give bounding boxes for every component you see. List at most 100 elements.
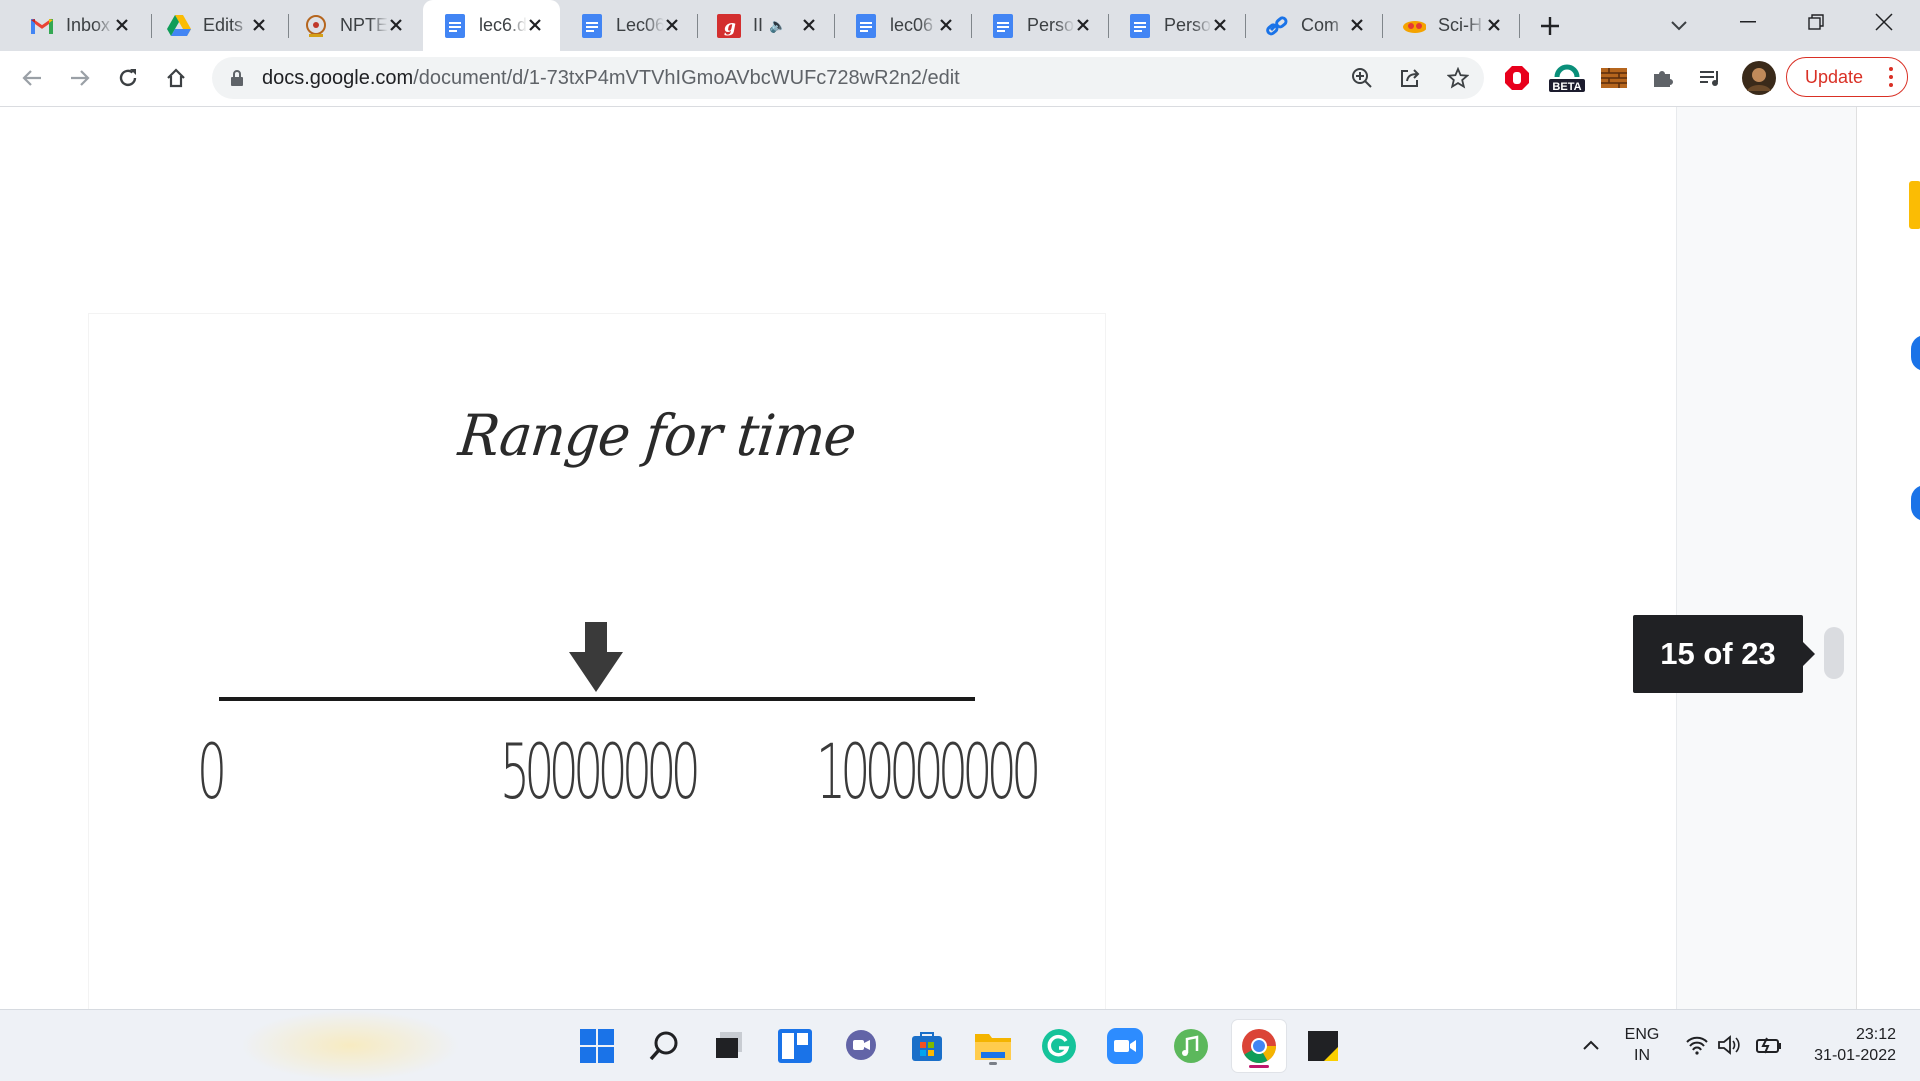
close-icon[interactable] — [661, 14, 683, 36]
search-icon[interactable] — [641, 1023, 687, 1069]
g-red-icon: g — [717, 13, 741, 38]
side-panel-keep-icon[interactable] — [1909, 181, 1920, 229]
tab-edits[interactable]: Edits — [147, 0, 284, 51]
minimize-button[interactable] — [1714, 0, 1782, 44]
update-label: Update — [1805, 66, 1864, 87]
grammarly-icon[interactable] — [1036, 1023, 1082, 1069]
bookmark-star-icon[interactable] — [1446, 66, 1470, 90]
url-text[interactable]: docs.google.com/document/d/1-73txP4mVTVh… — [262, 67, 960, 90]
back-button[interactable] — [14, 60, 50, 96]
chrome-icon[interactable] — [1232, 1020, 1286, 1072]
embedded-image[interactable]: Range for time 0 50000000 100000000 — [88, 313, 1106, 1009]
restore-button[interactable] — [1782, 0, 1850, 44]
right-margin — [1676, 107, 1857, 1009]
adblock-extension-icon[interactable] — [1502, 63, 1532, 93]
side-panel-contacts-icon[interactable] — [1911, 485, 1920, 521]
volume-icon[interactable] — [1716, 1032, 1742, 1058]
tab-title: Perso — [1164, 15, 1212, 35]
document-view[interactable]: Range for time 0 50000000 100000000 15 o… — [0, 107, 1920, 1009]
close-icon[interactable] — [1209, 14, 1231, 36]
browser-toolbar: docs.google.com/document/d/1-73txP4mVTVh… — [0, 51, 1920, 107]
language-code: ENG — [1624, 1026, 1660, 1043]
beta-extension-icon[interactable]: BETA — [1549, 63, 1585, 93]
gmail-icon — [30, 14, 54, 38]
tab-com[interactable]: Com — [1245, 0, 1382, 51]
google-drive-icon — [167, 14, 191, 38]
teams-chat-icon[interactable] — [838, 1023, 884, 1069]
wifi-icon[interactable] — [1684, 1032, 1710, 1058]
zoom-icon[interactable] — [1350, 66, 1374, 90]
share-icon[interactable] — [1398, 66, 1422, 90]
brick-extension-icon[interactable] — [1599, 63, 1629, 93]
google-docs-icon — [1128, 13, 1152, 38]
music-app-icon[interactable] — [1168, 1023, 1214, 1069]
file-explorer-icon[interactable] — [970, 1023, 1016, 1069]
url-host: docs.google.com — [262, 67, 414, 89]
tick-label-50000000: 50000000 — [500, 727, 701, 816]
forward-button[interactable] — [62, 60, 98, 96]
google-docs-icon — [580, 13, 604, 38]
avatar[interactable] — [1742, 61, 1776, 95]
home-button[interactable] — [158, 60, 194, 96]
taskbar-widget-glow — [240, 1010, 460, 1081]
url-path: /document/d/1-73txP4mVTVhIGmoAVbcWUFc728… — [413, 67, 960, 89]
address-bar[interactable]: docs.google.com/document/d/1-73txP4mVTVh… — [212, 57, 1484, 99]
more-vertical-icon[interactable] — [1889, 66, 1893, 93]
widgets-icon[interactable] — [772, 1023, 818, 1069]
close-icon[interactable] — [935, 14, 957, 36]
show-hidden-icons-chevron-icon[interactable] — [1578, 1032, 1604, 1058]
tab-muted-g[interactable]: g II 🔈 — [697, 0, 834, 51]
tab-title: lec06 — [890, 15, 934, 35]
google-docs-icon — [991, 13, 1015, 38]
sci-hub-icon — [1402, 14, 1426, 38]
image-title: Range for time — [455, 402, 859, 469]
close-icon[interactable] — [248, 14, 270, 36]
tab-title: Edits — [203, 15, 244, 35]
tab-nptel[interactable]: NPTEL — [284, 0, 421, 51]
down-arrow-icon — [569, 622, 623, 692]
close-icon[interactable] — [798, 14, 820, 36]
tab-inbox[interactable]: Inbox — [10, 0, 147, 51]
close-icon[interactable] — [111, 14, 133, 36]
close-icon[interactable] — [524, 14, 546, 36]
tick-label-0: 0 — [197, 727, 227, 816]
tab-perso-1[interactable]: Perso — [971, 0, 1108, 51]
tab-lec06[interactable]: Lec06 — [560, 0, 697, 51]
tab-title: NPTEL — [340, 15, 388, 35]
tab-lec06-b[interactable]: lec06 — [834, 0, 971, 51]
google-docs-icon — [443, 13, 467, 38]
media-control-icon[interactable] — [1695, 63, 1725, 93]
tab-title: Perso — [1027, 15, 1075, 35]
close-window-button[interactable] — [1850, 0, 1918, 44]
update-button[interactable]: Update — [1786, 57, 1908, 97]
tab-search-chevron-icon[interactable] — [1665, 12, 1693, 40]
time: 23:12 — [1855, 1026, 1896, 1043]
tab-title: II — [753, 15, 764, 35]
close-icon[interactable] — [1072, 14, 1094, 36]
sticky-notes-icon[interactable] — [1300, 1023, 1346, 1069]
lock-icon[interactable] — [230, 69, 244, 92]
side-panel — [1856, 107, 1920, 1009]
clock[interactable]: 23:12 31-01-2022 — [1796, 1024, 1896, 1066]
extensions-puzzle-icon[interactable] — [1647, 63, 1677, 93]
microsoft-store-icon[interactable] — [904, 1023, 950, 1069]
side-panel-tasks-icon[interactable] — [1911, 335, 1920, 371]
task-view-icon[interactable] — [706, 1023, 752, 1069]
region-code: IN — [1634, 1047, 1650, 1064]
close-icon[interactable] — [1346, 14, 1368, 36]
battery-icon[interactable] — [1756, 1032, 1782, 1058]
date: 31-01-2022 — [1814, 1047, 1896, 1064]
new-tab-button[interactable] — [1536, 12, 1564, 40]
tab-sci-hub[interactable]: Sci-H — [1382, 0, 1519, 51]
tab-lec6-docx[interactable]: lec6.docx — [423, 0, 560, 51]
input-language-indicator[interactable]: ENG IN — [1618, 1024, 1666, 1066]
scrollbar-thumb[interactable] — [1824, 627, 1844, 679]
running-indicator — [989, 1062, 997, 1065]
close-icon[interactable] — [385, 14, 407, 36]
axis-line — [219, 697, 975, 701]
tab-perso-2[interactable]: Perso — [1108, 0, 1245, 51]
zoom-icon[interactable] — [1102, 1023, 1148, 1069]
close-icon[interactable] — [1483, 14, 1505, 36]
reload-button[interactable] — [110, 60, 146, 96]
windows-start-icon[interactable] — [574, 1023, 620, 1069]
